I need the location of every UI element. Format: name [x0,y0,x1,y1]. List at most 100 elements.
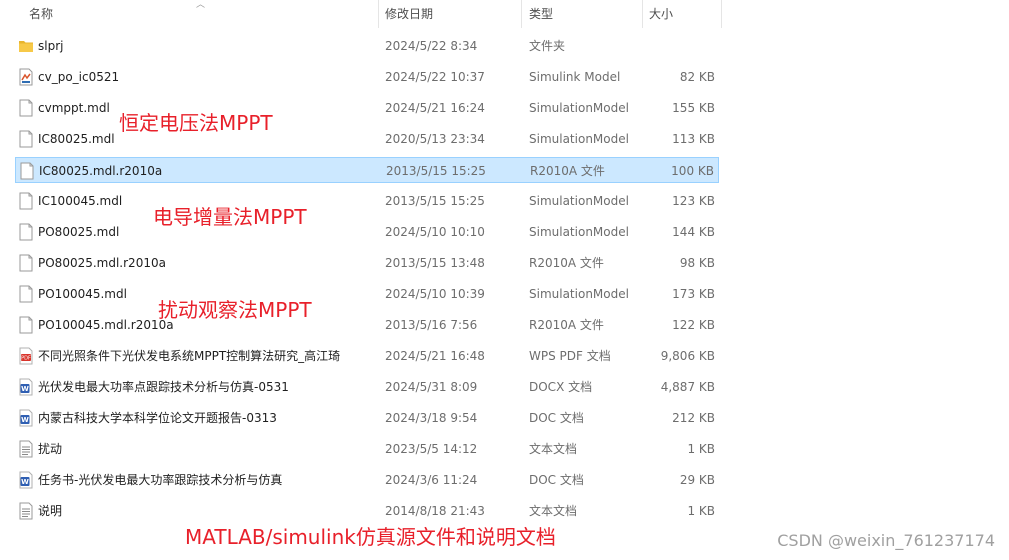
file-modified-date: 2020/5/13 23:34 [385,132,485,146]
file-row[interactable]: slprj 2024/5/22 8:34 文件夹 [15,33,719,59]
file-modified-date: 2013/5/15 13:48 [385,256,485,270]
file-size: 122 KB [672,318,715,332]
blank-file-icon [18,99,34,117]
file-type: 文件夹 [529,39,566,53]
file-name: cv_po_ic0521 [38,70,120,84]
file-type: R2010A 文件 [530,164,605,178]
file-type: DOCX 文档 [529,380,593,394]
annotation-source-files: MATLAB/simulink仿真源文件和说明文档 [185,525,556,549]
word-file-icon: W [18,378,34,396]
file-modified-date: 2023/5/5 14:12 [385,442,478,456]
blank-file-icon [18,316,34,334]
file-name: cvmppt.mdl [38,101,110,115]
text-file-icon [18,502,34,520]
file-modified-date: 2024/5/21 16:24 [385,101,485,115]
column-header-date[interactable]: 修改日期 [378,0,522,28]
file-name: slprj [38,39,64,53]
file-row[interactable]: PO100045.mdl 2024/5/10 10:39 SimulationMod… [15,281,719,307]
file-size: 123 KB [672,194,715,208]
file-size: 1 KB [687,504,715,518]
file-size: 98 KB [679,256,715,270]
file-size: 173 KB [672,287,715,301]
file-modified-date: 2024/5/10 10:39 [385,287,485,301]
file-row[interactable]: IC100045.mdl 2013/5/15 15:25 SimulationMod… [15,188,719,214]
file-type: SimulationModel [529,225,629,239]
file-name: 任务书-光伏发电最大功率跟踪技术分析与仿真 [38,473,283,487]
file-name: PO100045.mdl.r2010a [38,318,174,332]
file-row[interactable]: IC80025.mdl.r2010a 2013/5/15 15:25 R2010A … [15,157,719,183]
file-type: R2010A 文件 [529,318,604,332]
file-modified-date: 2024/5/22 10:37 [385,70,485,84]
file-type: SimulationModel [529,101,629,115]
word-file-icon: W [18,471,34,489]
annotation-perturb-observe: 扰动观察法MPPT [158,298,312,322]
word-file-icon: W [18,409,34,427]
file-row[interactable]: PO80025.mdl.r2010a 2013/5/15 13:48 R2010A … [15,250,719,276]
file-row[interactable]: PO80025.mdl 2024/5/10 10:10 SimulationMode… [15,219,719,245]
file-size: 29 KB [679,473,715,487]
file-modified-date: 2013/5/16 7:56 [385,318,478,332]
file-modified-date: 2013/5/15 15:25 [385,194,485,208]
file-size: 144 KB [672,225,715,239]
simulink-file-icon [18,68,34,86]
file-type: DOC 文档 [529,473,584,487]
file-row[interactable]: W 光伏发电最大功率点跟踪技术分析与仿真-0531 2024/5/31 8:09 DO… [15,374,719,400]
file-type: DOC 文档 [529,411,584,425]
svg-text:W: W [21,478,29,486]
column-divider[interactable] [721,0,722,28]
file-modified-date: 2024/5/31 8:09 [385,380,478,394]
file-name: IC80025.mdl [38,132,115,146]
blank-file-icon [18,223,34,241]
svg-text:W: W [21,416,29,424]
file-type: SimulationModel [529,287,629,301]
file-size: 113 KB [672,132,715,146]
svg-text:W: W [21,385,29,393]
file-modified-date: 2024/3/6 11:24 [385,473,478,487]
file-name: 内蒙古科技大学本科学位论文开题报告-0313 [38,411,277,425]
blank-file-icon [18,254,34,272]
file-size: 100 KB [671,164,714,178]
file-modified-date: 2024/5/22 8:34 [385,39,478,53]
blank-file-icon [19,162,35,180]
file-type: 文本文档 [529,442,578,456]
file-modified-date: 2013/5/15 15:25 [386,164,486,178]
annotation-constant-voltage: 恒定电压法MPPT [119,111,273,135]
column-header-size[interactable]: 大小 [642,0,722,28]
file-type: SimulationModel [529,132,629,146]
file-name: PO80025.mdl.r2010a [38,256,166,270]
blank-file-icon [18,192,34,210]
file-type: SimulationModel [529,194,629,208]
blank-file-icon [18,285,34,303]
pdf-file-icon: PDF [18,347,34,365]
file-row[interactable]: W 内蒙古科技大学本科学位论文开题报告-0313 2024/3/18 9:54 DOC… [15,405,719,431]
file-row[interactable]: PDF 不同光照条件下光伏发电系统MPPT控制算法研究_高江琦 2024/5/21 … [15,343,719,369]
file-name: 不同光照条件下光伏发电系统MPPT控制算法研究_高江琦 [38,349,341,363]
file-row[interactable]: 扰动 2023/5/5 14:12 文本文档 1 KB [15,436,719,462]
file-name: PO80025.mdl [38,225,120,239]
file-size: 155 KB [672,101,715,115]
file-row[interactable]: W 任务书-光伏发电最大功率跟踪技术分析与仿真 2024/3/6 11:24 DOC … [15,467,719,493]
blank-file-icon [18,130,34,148]
file-row[interactable]: cv_po_ic0521 2024/5/22 10:37 Simulink Mode… [15,64,719,90]
file-size: 1 KB [687,442,715,456]
file-name: 说明 [38,504,63,518]
column-header-type[interactable]: 类型 [522,0,642,28]
file-name: PO100045.mdl [38,287,127,301]
file-modified-date: 2024/5/10 10:10 [385,225,485,239]
file-size: 9,806 KB [660,349,715,363]
file-type: WPS PDF 文档 [529,349,611,363]
file-name: IC80025.mdl.r2010a [39,164,163,178]
text-file-icon [18,440,34,458]
file-row[interactable]: PO100045.mdl.r2010a 2013/5/16 7:56 R2010A … [15,312,719,338]
csdn-watermark: CSDN @weixin_761237174 [777,531,995,550]
file-modified-date: 2024/5/21 16:48 [385,349,485,363]
file-type: Simulink Model [529,70,621,84]
file-name: 光伏发电最大功率点跟踪技术分析与仿真-0531 [38,380,289,394]
file-name: IC100045.mdl [38,194,123,208]
svg-text:PDF: PDF [21,356,31,362]
annotation-incremental-conductance: 电导增量法MPPT [153,205,307,229]
file-type: R2010A 文件 [529,256,604,270]
file-size: 4,887 KB [660,380,715,394]
column-header-bar: 名称 ︿ 修改日期 类型 大小 [0,0,722,28]
file-modified-date: 2024/3/18 9:54 [385,411,478,425]
